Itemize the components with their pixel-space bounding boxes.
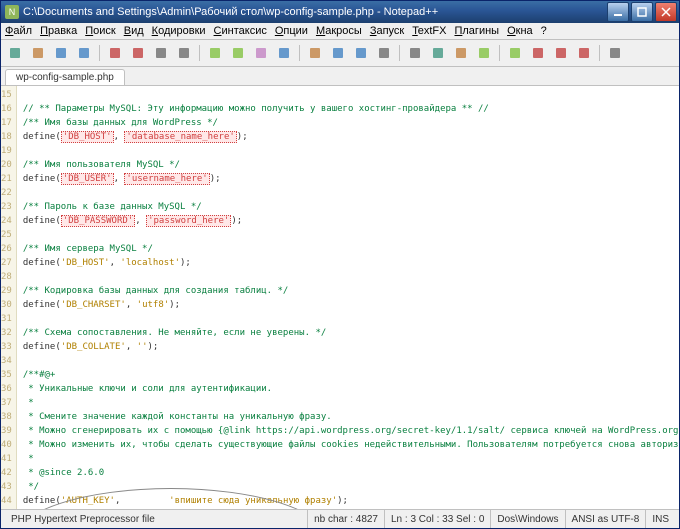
playback-icon[interactable]	[605, 43, 625, 63]
close-all-icon[interactable]	[128, 43, 148, 63]
menu-кодировки[interactable]: Кодировки	[152, 25, 206, 37]
status-filetype: PHP Hypertext Preprocessor file	[5, 510, 308, 528]
menu-?[interactable]: ?	[541, 25, 547, 37]
play-macro-icon[interactable]	[551, 43, 571, 63]
status-mode: INS	[646, 510, 675, 528]
status-bar: PHP Hypertext Preprocessor file nb char …	[1, 509, 679, 528]
menu-опции[interactable]: Опции	[275, 25, 308, 37]
code-area[interactable]: // ** Параметры MySQL: Эту информацию мо…	[17, 86, 679, 509]
new-icon[interactable]	[5, 43, 25, 63]
cut-icon[interactable]	[174, 43, 194, 63]
menu-textfx[interactable]: TextFX	[412, 25, 446, 37]
print-icon[interactable]	[151, 43, 171, 63]
title-bar: N C:\Documents and Settings\Admin\Рабочи…	[1, 1, 679, 23]
unfold-icon[interactable]	[505, 43, 525, 63]
redo-icon[interactable]	[274, 43, 294, 63]
menu-правка[interactable]: Правка	[40, 25, 77, 37]
zoom-out-icon[interactable]	[374, 43, 394, 63]
status-eol: Dos\Windows	[491, 510, 565, 528]
file-tab[interactable]: wp-config-sample.php	[5, 69, 125, 85]
show-all-icon[interactable]	[428, 43, 448, 63]
minimize-button[interactable]	[607, 2, 629, 22]
close-button[interactable]	[655, 2, 677, 22]
line-number-gutter: 15 16 17 18 19 20 21 22 23 24 25 26 27 2…	[1, 86, 17, 509]
close-icon[interactable]	[105, 43, 125, 63]
copy-icon[interactable]	[205, 43, 225, 63]
app-icon: N	[5, 5, 19, 19]
save-icon[interactable]	[51, 43, 71, 63]
fold-icon[interactable]	[474, 43, 494, 63]
zoom-in-icon[interactable]	[351, 43, 371, 63]
undo-icon[interactable]	[251, 43, 271, 63]
find-icon[interactable]	[305, 43, 325, 63]
guide-icon[interactable]	[451, 43, 471, 63]
replace-icon[interactable]	[328, 43, 348, 63]
menu-макросы[interactable]: Макросы	[316, 25, 362, 37]
maximize-button[interactable]	[631, 2, 653, 22]
menu-окна[interactable]: Окна	[507, 25, 533, 37]
rec-macro-icon[interactable]	[528, 43, 548, 63]
toolbar	[1, 40, 679, 67]
menu-синтаксис[interactable]: Синтаксис	[214, 25, 267, 37]
menu-файл[interactable]: Файл	[5, 25, 32, 37]
window-title: C:\Documents and Settings\Admin\Рабочий …	[23, 6, 607, 18]
status-position: Ln : 3 Col : 33 Sel : 0	[385, 510, 491, 528]
paste-icon[interactable]	[228, 43, 248, 63]
tab-bar: wp-config-sample.php	[1, 67, 679, 86]
stop-macro-icon[interactable]	[574, 43, 594, 63]
status-encoding: ANSI as UTF-8	[566, 510, 647, 528]
wrap-icon[interactable]	[405, 43, 425, 63]
menu-плагины[interactable]: Плагины	[454, 25, 499, 37]
menu-запуск[interactable]: Запуск	[370, 25, 404, 37]
editor: 15 16 17 18 19 20 21 22 23 24 25 26 27 2…	[1, 86, 679, 509]
open-icon[interactable]	[28, 43, 48, 63]
save-all-icon[interactable]	[74, 43, 94, 63]
status-chars: nb char : 4827	[308, 510, 385, 528]
menu-bar: Файл Правка Поиск Вид Кодировки Синтаксис Опци…	[1, 23, 679, 40]
menu-вид[interactable]: Вид	[124, 25, 144, 37]
menu-поиск[interactable]: Поиск	[85, 25, 115, 37]
